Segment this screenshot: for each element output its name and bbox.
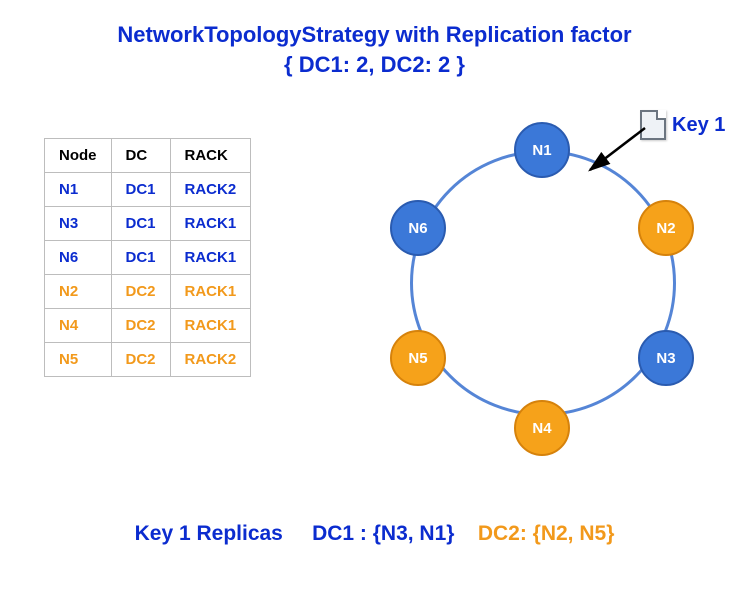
- table-row: N2 DC2 RACK1: [45, 275, 251, 309]
- cell-dc: DC1: [111, 241, 170, 275]
- cell-dc: DC1: [111, 173, 170, 207]
- cell-rack: RACK1: [170, 241, 251, 275]
- key-label: Key 1: [672, 114, 725, 137]
- cell-node: N4: [45, 309, 112, 343]
- ring-node-n2: N2: [638, 200, 694, 256]
- col-rack: RACK: [170, 139, 251, 173]
- node-label: N3: [656, 350, 675, 367]
- cell-dc: DC2: [111, 275, 170, 309]
- ring-node-n1: N1: [514, 122, 570, 178]
- token-ring: Key 1 N1 N2 N3 N4 N5 N6: [370, 100, 730, 460]
- cell-dc: DC1: [111, 207, 170, 241]
- cell-node: N3: [45, 207, 112, 241]
- title-line-1: NetworkTopologyStrategy with Replication…: [117, 22, 631, 47]
- cell-rack: RACK2: [170, 173, 251, 207]
- table-header-row: Node DC RACK: [45, 139, 251, 173]
- cell-node: N5: [45, 343, 112, 377]
- ring-node-n6: N6: [390, 200, 446, 256]
- node-label: N4: [532, 420, 551, 437]
- table-row: N1 DC1 RACK2: [45, 173, 251, 207]
- table-row: N3 DC1 RACK1: [45, 207, 251, 241]
- table-row: N4 DC2 RACK1: [45, 309, 251, 343]
- ring-node-n5: N5: [390, 330, 446, 386]
- replicas-dc1: DC1 : {N3, N1}: [312, 522, 454, 545]
- cell-dc: DC2: [111, 343, 170, 377]
- cell-rack: RACK1: [170, 309, 251, 343]
- diagram-title: NetworkTopologyStrategy with Replication…: [0, 20, 749, 79]
- col-node: Node: [45, 139, 112, 173]
- node-label: N1: [532, 142, 551, 159]
- col-dc: DC: [111, 139, 170, 173]
- table-row: N6 DC1 RACK1: [45, 241, 251, 275]
- node-label: N2: [656, 220, 675, 237]
- cell-node: N1: [45, 173, 112, 207]
- replicas-summary: Key 1 Replicas DC1 : {N3, N1} DC2: {N2, …: [0, 522, 749, 546]
- node-table: Node DC RACK N1 DC1 RACK2 N3 DC1 RACK1 N…: [44, 138, 251, 377]
- cell-node: N6: [45, 241, 112, 275]
- cell-rack: RACK1: [170, 275, 251, 309]
- replicas-dc2: DC2: {N2, N5}: [478, 522, 615, 545]
- ring-node-n3: N3: [638, 330, 694, 386]
- cell-dc: DC2: [111, 309, 170, 343]
- cell-rack: RACK1: [170, 207, 251, 241]
- cell-rack: RACK2: [170, 343, 251, 377]
- title-line-2: { DC1: 2, DC2: 2 }: [284, 52, 465, 77]
- replicas-prefix: Key 1 Replicas: [135, 522, 283, 545]
- table-row: N5 DC2 RACK2: [45, 343, 251, 377]
- arrow-icon: [570, 125, 660, 195]
- ring-node-n4: N4: [514, 400, 570, 456]
- node-label: N6: [408, 220, 427, 237]
- cell-node: N2: [45, 275, 112, 309]
- node-label: N5: [408, 350, 427, 367]
